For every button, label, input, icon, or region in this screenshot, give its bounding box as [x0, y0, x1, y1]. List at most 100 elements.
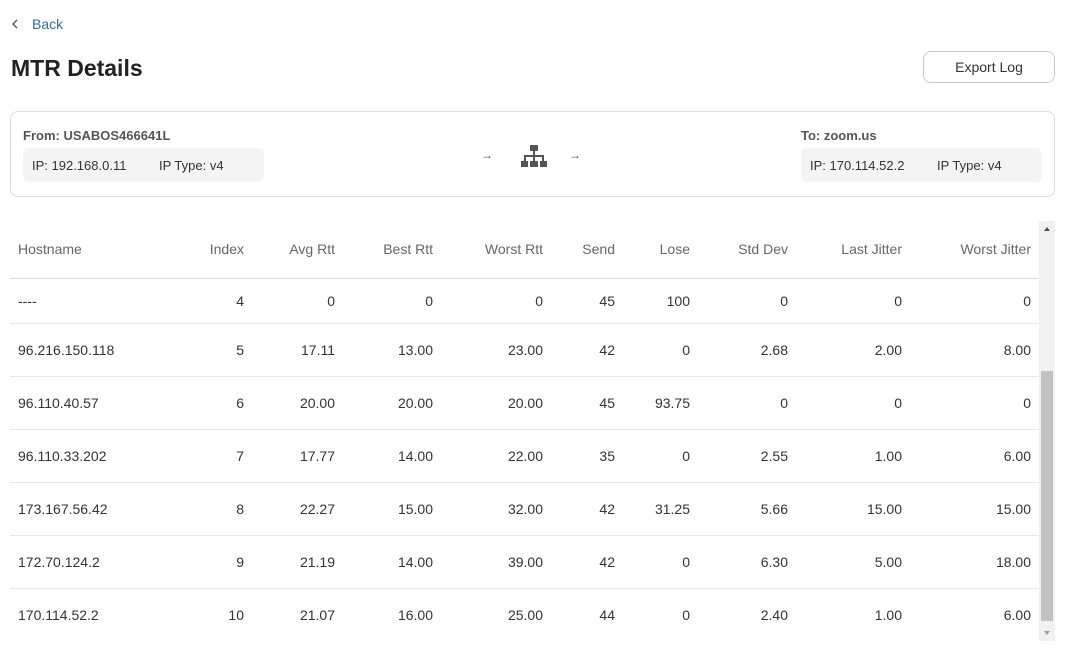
table-row[interactable]: ---- 4 0 0 0 45 100 0 0 0 [10, 278, 1039, 324]
export-log-button[interactable]: Export Log [923, 51, 1055, 83]
from-ip: IP: 192.168.0.11 [32, 157, 127, 173]
cell-worst-jitter: 18.00 [910, 535, 1039, 589]
cell-worst-jitter: 8.00 [910, 323, 1039, 377]
to-ip: IP: 170.114.52.2 [810, 157, 905, 173]
col-header-worst-rtt[interactable]: Worst Rtt [441, 221, 551, 279]
cell-avg-rtt: 21.19 [252, 535, 343, 589]
col-header-hostname[interactable]: Hostname [10, 221, 165, 279]
route-card: From: USABOS466641L IP: 192.168.0.11 IP … [10, 111, 1055, 197]
cell-index: 10 [165, 588, 252, 641]
cell-hostname: 172.70.124.2 [10, 535, 165, 589]
cell-worst-jitter: 6.00 [910, 429, 1039, 483]
cell-best-rtt: 14.00 [343, 535, 441, 589]
cell-hostname: 96.216.150.118 [10, 323, 165, 377]
cell-avg-rtt: 17.11 [252, 323, 343, 377]
col-header-last-jitter[interactable]: Last Jitter [796, 221, 910, 279]
arrow-right-icon: → [481, 148, 493, 162]
cell-worst-jitter: 15.00 [910, 482, 1039, 536]
back-link[interactable]: Back [10, 16, 63, 32]
cell-send: 35 [551, 429, 623, 483]
scroll-up-icon[interactable] [1039, 221, 1055, 237]
from-info-box: IP: 192.168.0.11 IP Type: v4 [23, 148, 264, 182]
cell-last-jitter: 15.00 [796, 482, 910, 536]
scroll-down-icon[interactable] [1039, 625, 1055, 641]
cell-lose: 100 [623, 278, 698, 324]
col-header-send[interactable]: Send [551, 221, 623, 279]
cell-hostname: 173.167.56.42 [10, 482, 165, 536]
cell-worst-rtt: 20.00 [441, 376, 551, 430]
cell-lose: 31.25 [623, 482, 698, 536]
table-row[interactable]: 172.70.124.2 9 21.19 14.00 39.00 42 0 6.30 5.00 1… [10, 535, 1039, 589]
cell-worst-rtt: 32.00 [441, 482, 551, 536]
cell-send: 42 [551, 482, 623, 536]
table-row[interactable]: 96.216.150.118 5 17.11 13.00 23.00 42 0 2.68 2.0… [10, 323, 1039, 377]
cell-worst-jitter: 0 [910, 278, 1039, 324]
col-header-index[interactable]: Index [165, 221, 252, 279]
cell-avg-rtt: 22.27 [252, 482, 343, 536]
cell-best-rtt: 0 [343, 278, 441, 324]
cell-avg-rtt: 20.00 [252, 376, 343, 430]
back-label: Back [32, 16, 64, 32]
page-title: MTR Details [11, 55, 143, 81]
cell-hostname: ---- [10, 278, 165, 324]
table-scrollbar[interactable] [1039, 221, 1055, 641]
cell-last-jitter: 1.00 [796, 588, 910, 641]
cell-index: 7 [165, 429, 252, 483]
cell-avg-rtt: 17.77 [252, 429, 343, 483]
cell-index: 6 [165, 376, 252, 430]
cell-avg-rtt: 21.07 [252, 588, 343, 641]
cell-std-dev: 6.30 [698, 535, 796, 589]
route-connector: → → [481, 142, 591, 172]
cell-std-dev: 0 [698, 376, 796, 430]
cell-worst-rtt: 22.00 [441, 429, 551, 483]
col-header-lose[interactable]: Lose [623, 221, 698, 279]
cell-last-jitter: 2.00 [796, 323, 910, 377]
from-title: From: USABOS466641L [23, 128, 171, 143]
scrollbar-thumb[interactable] [1041, 371, 1053, 621]
cell-index: 5 [165, 323, 252, 377]
cell-best-rtt: 20.00 [343, 376, 441, 430]
cell-index: 8 [165, 482, 252, 536]
cell-worst-rtt: 0 [441, 278, 551, 324]
table-row[interactable]: 173.167.56.42 8 22.27 15.00 32.00 42 31.25 5.66… [10, 482, 1039, 536]
cell-best-rtt: 13.00 [343, 323, 441, 377]
cell-lose: 0 [623, 429, 698, 483]
cell-lose: 0 [623, 588, 698, 641]
cell-send: 42 [551, 535, 623, 589]
cell-index: 4 [165, 278, 252, 324]
cell-hostname: 170.114.52.2 [10, 588, 165, 641]
table-row[interactable]: 96.110.33.202 7 17.77 14.00 22.00 35 0 2.55 1.00… [10, 429, 1039, 483]
cell-worst-rtt: 25.00 [441, 588, 551, 641]
cell-send: 44 [551, 588, 623, 641]
cell-last-jitter: 1.00 [796, 429, 910, 483]
cell-worst-rtt: 23.00 [441, 323, 551, 377]
cell-last-jitter: 0 [796, 376, 910, 430]
cell-std-dev: 0 [698, 278, 796, 324]
from-ip-type: IP Type: v4 [159, 157, 224, 173]
chevron-left-icon [12, 19, 18, 29]
cell-std-dev: 5.66 [698, 482, 796, 536]
cell-last-jitter: 0 [796, 278, 910, 324]
cell-std-dev: 2.40 [698, 588, 796, 641]
cell-index: 9 [165, 535, 252, 589]
col-header-worst-jitter[interactable]: Worst Jitter [910, 221, 1039, 279]
col-header-avg-rtt[interactable]: Avg Rtt [252, 221, 343, 279]
table-row[interactable]: 170.114.52.2 10 21.07 16.00 25.00 44 0 2.40 1.00… [10, 588, 1039, 641]
cell-worst-jitter: 0 [910, 376, 1039, 430]
cell-worst-rtt: 39.00 [441, 535, 551, 589]
route-from: From: USABOS466641L IP: 192.168.0.11 IP … [23, 128, 264, 182]
to-ip-type: IP Type: v4 [937, 157, 1002, 173]
col-header-best-rtt[interactable]: Best Rtt [343, 221, 441, 279]
cell-last-jitter: 5.00 [796, 535, 910, 589]
arrow-right-icon: → [569, 148, 581, 162]
table-header-row: Hostname Index Avg Rtt Best Rtt Worst Rt… [10, 221, 1039, 279]
cell-avg-rtt: 0 [252, 278, 343, 324]
mtr-table: Hostname Index Avg Rtt Best Rtt Worst Rt… [10, 221, 1039, 641]
table-row[interactable]: 96.110.40.57 6 20.00 20.00 20.00 45 93.75 0 0 0 [10, 376, 1039, 430]
cell-worst-jitter: 6.00 [910, 588, 1039, 641]
route-to: To: zoom.us IP: 170.114.52.2 IP Type: v4 [801, 128, 1042, 182]
mtr-table-container: Hostname Index Avg Rtt Best Rtt Worst Rt… [10, 221, 1055, 641]
cell-send: 45 [551, 278, 623, 324]
cell-lose: 0 [623, 323, 698, 377]
col-header-std-dev[interactable]: Std Dev [698, 221, 796, 279]
